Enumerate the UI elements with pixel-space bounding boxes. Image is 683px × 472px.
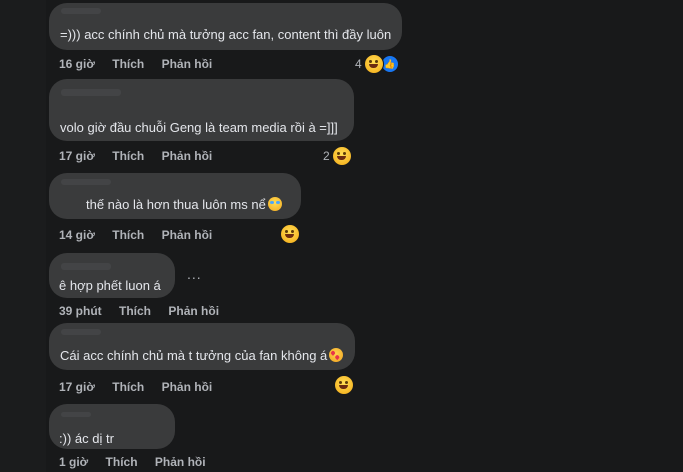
comment-actions: 17 giờ Thích Phản hồi xyxy=(59,380,226,394)
comment-text: volo giờ đầu chuỗi Geng là team media rồ… xyxy=(60,120,338,135)
laugh-emoji-icon xyxy=(331,146,352,166)
comment-bubble: ê hợp phết luon á xyxy=(49,253,175,298)
like-button[interactable]: Thích xyxy=(112,149,144,163)
comment-text-content: thế nào là hơn thua luôn ms nể xyxy=(86,197,266,212)
comment-text: :)) ác dị tr xyxy=(59,431,114,446)
like-button[interactable]: Thích xyxy=(106,455,138,469)
comment-actions: 14 giờ Thích Phản hồi xyxy=(59,228,226,242)
comment-actions: 17 giờ Thích Phản hồi xyxy=(59,149,226,163)
laugh-emoji-icon xyxy=(363,54,384,74)
comment-text: Cái acc chính chủ mà t tưởng của fan khô… xyxy=(60,348,344,363)
more-options-button[interactable]: ... xyxy=(187,266,202,282)
comment-actions: 1 giờ Thích Phản hồi xyxy=(59,455,220,469)
reaction-count: 2 xyxy=(323,149,330,163)
author-name[interactable] xyxy=(61,412,91,417)
comment-text: =))) acc chính chủ mà tưởng acc fan, con… xyxy=(60,27,392,42)
author-name[interactable] xyxy=(61,263,111,270)
comment-text: thế nào là hơn thua luôn ms nể xyxy=(86,197,282,212)
comment-bubble: :)) ác dị tr xyxy=(49,404,175,449)
comment-time[interactable]: 16 giờ xyxy=(59,57,95,71)
reaction-summary[interactable]: 4 👍 xyxy=(355,54,399,74)
comment-time[interactable]: 17 giờ xyxy=(59,149,95,163)
comment-1: =))) acc chính chủ mà tưởng acc fan, con… xyxy=(49,3,402,74)
author-name[interactable] xyxy=(61,179,111,185)
comment-bubble: Cái acc chính chủ mà t tưởng của fan khô… xyxy=(49,323,355,370)
thread-indent xyxy=(0,0,46,472)
comment-3: thế nào là hơn thua luôn ms nể 14 giờ Th… xyxy=(49,173,301,244)
comment-bubble: volo giờ đầu chuỗi Geng là team media rồ… xyxy=(49,79,354,141)
like-button[interactable]: Thích xyxy=(112,228,144,242)
comment-text: ê hợp phết luon á xyxy=(59,278,161,293)
reaction-summary[interactable] xyxy=(280,224,300,244)
comment-time[interactable]: 1 giờ xyxy=(59,455,88,469)
author-name[interactable] xyxy=(61,329,101,335)
like-button[interactable]: Thích xyxy=(112,380,144,394)
comment-2: volo giờ đầu chuỗi Geng là team media rồ… xyxy=(49,79,354,166)
comment-time[interactable]: 39 phút xyxy=(59,304,102,318)
comment-bubble: thế nào là hơn thua luôn ms nể xyxy=(49,173,301,219)
comment-time[interactable]: 14 giờ xyxy=(59,228,95,242)
comment-actions: 16 giờ Thích Phản hồi xyxy=(59,57,226,71)
laugh-emoji-icon xyxy=(280,224,300,244)
author-name[interactable] xyxy=(61,89,121,96)
like-button[interactable]: Thích xyxy=(112,57,144,71)
comment-bubble: =))) acc chính chủ mà tưởng acc fan, con… xyxy=(49,3,402,50)
comment-actions: 39 phút Thích Phản hồi xyxy=(59,304,233,318)
reply-button[interactable]: Phản hồi xyxy=(162,380,213,394)
laugh-emoji-icon xyxy=(334,375,354,395)
comment-6: :)) ác dị tr 1 giờ Thích Phản hồi xyxy=(49,404,206,469)
reaction-count: 4 xyxy=(355,57,362,71)
reply-button[interactable]: Phản hồi xyxy=(162,228,213,242)
comment-text-content: Cái acc chính chủ mà t tưởng của fan khô… xyxy=(60,348,328,363)
like-button[interactable]: Thích xyxy=(119,304,151,318)
reply-button[interactable]: Phản hồi xyxy=(168,304,219,318)
reply-button[interactable]: Phản hồi xyxy=(162,57,213,71)
reply-button[interactable]: Phản hồi xyxy=(155,455,206,469)
comment-4: ê hợp phết luon á ... 39 phút Thích Phản… xyxy=(49,253,219,318)
crying-laugh-emoji-icon xyxy=(267,197,282,211)
comment-5: Cái acc chính chủ mà t tưởng của fan khô… xyxy=(49,323,355,395)
author-name[interactable] xyxy=(61,8,101,14)
comment-time[interactable]: 17 giờ xyxy=(59,380,95,394)
reaction-summary[interactable]: 2 xyxy=(323,146,352,166)
heart-eyes-emoji-icon xyxy=(329,348,344,362)
reaction-summary[interactable] xyxy=(334,375,354,395)
reply-button[interactable]: Phản hồi xyxy=(162,149,213,163)
